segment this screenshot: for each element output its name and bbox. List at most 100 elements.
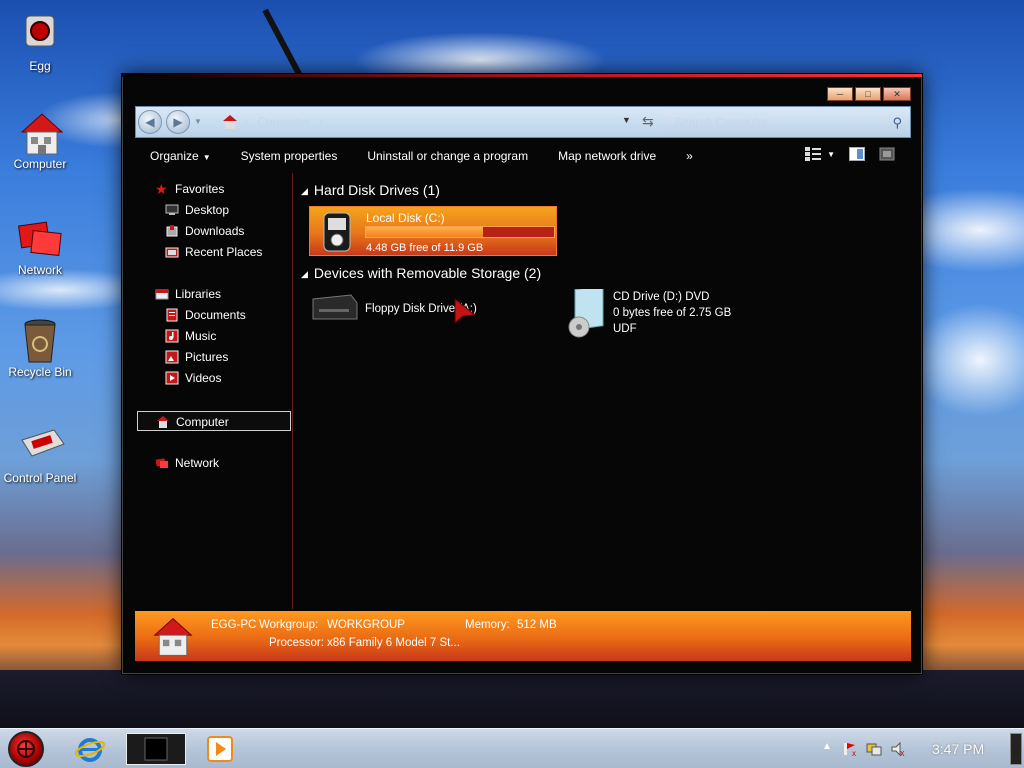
computer-house-icon	[18, 110, 64, 155]
maximize-button[interactable]: □	[855, 87, 881, 101]
taskbar-internet-explorer[interactable]	[70, 733, 130, 765]
downloads-icon	[166, 225, 178, 237]
taskbar-media-player[interactable]	[204, 733, 236, 765]
volume-muted-icon[interactable]: x	[890, 741, 906, 757]
hard-drive-icon	[323, 212, 351, 252]
desktop-icon-control-panel[interactable]: Control Panel	[0, 424, 80, 485]
show-hidden-icons-chevron-icon[interactable]: ▲	[822, 741, 838, 757]
computer-crumb-icon	[223, 115, 237, 129]
star-icon: ★	[155, 181, 168, 197]
minimize-button[interactable]: ─	[827, 87, 853, 101]
drive-usage-bar	[365, 226, 555, 238]
group-header-removable[interactable]: ◢ Devices with Removable Storage (2)	[301, 265, 541, 281]
nav-label: Music	[185, 329, 217, 343]
breadcrumb-separator: ›	[244, 115, 248, 129]
network-icon	[155, 458, 168, 468]
chevron-down-icon: ▼	[827, 149, 835, 159]
search-icon[interactable]: ⚲	[892, 110, 902, 135]
chevron-down-icon: ▼	[202, 153, 211, 162]
taskbar-explorer-window[interactable]	[126, 733, 186, 765]
organize-label: Organize	[150, 149, 199, 163]
help-icon[interactable]	[879, 147, 895, 161]
start-orb-icon	[17, 740, 35, 758]
network-tray-icon[interactable]	[866, 741, 882, 757]
desktop-icon-label: Recycle Bin	[8, 365, 72, 379]
device-name: CD Drive (D:) DVD	[613, 291, 710, 303]
view-options-icon	[805, 147, 822, 161]
close-button[interactable]: ✕	[883, 87, 911, 101]
nav-computer[interactable]: Computer	[137, 411, 291, 431]
recycle-bin-icon	[18, 318, 62, 363]
videos-icon	[165, 371, 179, 385]
desktop-icon-computer[interactable]: Computer	[0, 110, 80, 171]
collapse-triangle-icon: ◢	[301, 269, 308, 279]
back-button[interactable]: ◀	[138, 110, 162, 134]
address-dropdown-icon[interactable]: ▼	[622, 115, 631, 125]
device-free-space: 0 bytes free of 2.75 GB	[613, 307, 732, 319]
preview-pane-icon[interactable]	[849, 147, 865, 161]
desktop-icon-label: Computer	[13, 157, 67, 171]
content-pane: ◢ Hard Disk Drives (1) Local Disk (C:) 4.…	[295, 173, 911, 609]
uninstall-program-button[interactable]: Uninstall or change a program	[352, 149, 543, 163]
desktop-icon-network[interactable]: Network	[0, 216, 80, 277]
forward-button[interactable]: ▶	[166, 110, 190, 134]
action-center-icon[interactable]: x	[842, 741, 858, 757]
internet-explorer-icon	[74, 738, 106, 762]
drive-name: Local Disk (C:)	[366, 211, 445, 225]
recent-places-icon	[165, 247, 179, 258]
processor-value: x86 Family 6 Model 7 St...	[327, 637, 460, 649]
breadcrumb-separator: ›	[319, 115, 324, 129]
taskbar-clock[interactable]: 3:47 PM	[932, 741, 984, 757]
svg-text:x: x	[900, 748, 905, 757]
recent-pages-chevron-icon[interactable]: ▼	[194, 117, 202, 126]
floppy-drive-a[interactable]: Floppy Disk Drive (A:)	[311, 291, 541, 331]
desktop-icon	[165, 204, 179, 215]
group-header-hard-disks[interactable]: ◢ Hard Disk Drives (1)	[301, 182, 440, 198]
group-header-label: Hard Disk Drives (1)	[313, 182, 440, 198]
explorer-window[interactable]: ─ □ ✕ ◀ ▶ ▼ › Computer › ▼ ⇆ Search Comp…	[122, 74, 922, 674]
nav-label: Libraries	[175, 287, 222, 301]
breadcrumb-computer[interactable]: › Computer ›	[244, 111, 323, 133]
desktop-icon-recycle-bin[interactable]: Recycle Bin	[0, 318, 80, 379]
processor-label: Processor:	[269, 637, 324, 649]
refresh-icon[interactable]: ⇆	[642, 113, 654, 130]
nav-label: Favorites	[175, 182, 225, 196]
organize-menu[interactable]: Organize ▼	[135, 149, 226, 163]
svg-text:x: x	[852, 749, 856, 757]
computer-icon	[157, 416, 169, 428]
nav-label: Documents	[185, 308, 246, 322]
desktop-icon-egg[interactable]: Egg	[0, 12, 80, 73]
details-pane: EGG-PC Workgroup: WORKGROUP Memory: 512 …	[135, 611, 911, 661]
cd-drive-d[interactable]: CD Drive (D:) DVD 0 bytes free of 2.75 G…	[565, 287, 785, 343]
workgroup-label: Workgroup:	[259, 619, 319, 631]
wallpaper-horizon	[0, 670, 1024, 730]
navigation-pane: ★ Favorites Desktop Downloads Recent Pla…	[135, 173, 293, 609]
desktop-icon-label: Control Panel	[3, 471, 77, 485]
group-header-label: Devices with Removable Storage (2)	[313, 265, 542, 281]
address-field[interactable]: › Computer ›	[222, 111, 662, 133]
local-disk-c[interactable]: Local Disk (C:) 4.48 GB free of 11.9 GB	[309, 206, 557, 256]
show-desktop-button[interactable]	[1010, 733, 1022, 765]
caption-buttons: ─ □ ✕	[827, 87, 911, 101]
search-input[interactable]: Search Computer ⚲	[664, 110, 908, 135]
drive-free-space: 4.48 GB free of 11.9 GB	[366, 242, 484, 254]
dvd-drive-icon	[568, 289, 604, 338]
desktop-icon-label: Network	[17, 263, 62, 277]
more-commands-button[interactable]: »	[671, 149, 708, 163]
floppy-drive-icon	[312, 294, 358, 320]
nav-label: Pictures	[185, 350, 229, 364]
nav-label: Computer	[176, 415, 229, 429]
start-button[interactable]	[8, 731, 44, 767]
drive-usage-fill	[366, 227, 483, 237]
network-icon	[18, 216, 62, 260]
map-network-drive-button[interactable]: Map network drive	[543, 149, 671, 163]
nav-label: Videos	[185, 371, 222, 385]
explorer-thumbnail-icon	[144, 737, 168, 761]
change-view-button[interactable]: ▼	[805, 147, 835, 161]
memory-label: Memory:	[465, 619, 510, 631]
egg-icon	[18, 12, 62, 56]
music-icon	[165, 329, 179, 343]
system-properties-button[interactable]: System properties	[226, 149, 353, 163]
workgroup-value: WORKGROUP	[327, 619, 405, 631]
desktop-icon-label: Egg	[29, 59, 51, 73]
